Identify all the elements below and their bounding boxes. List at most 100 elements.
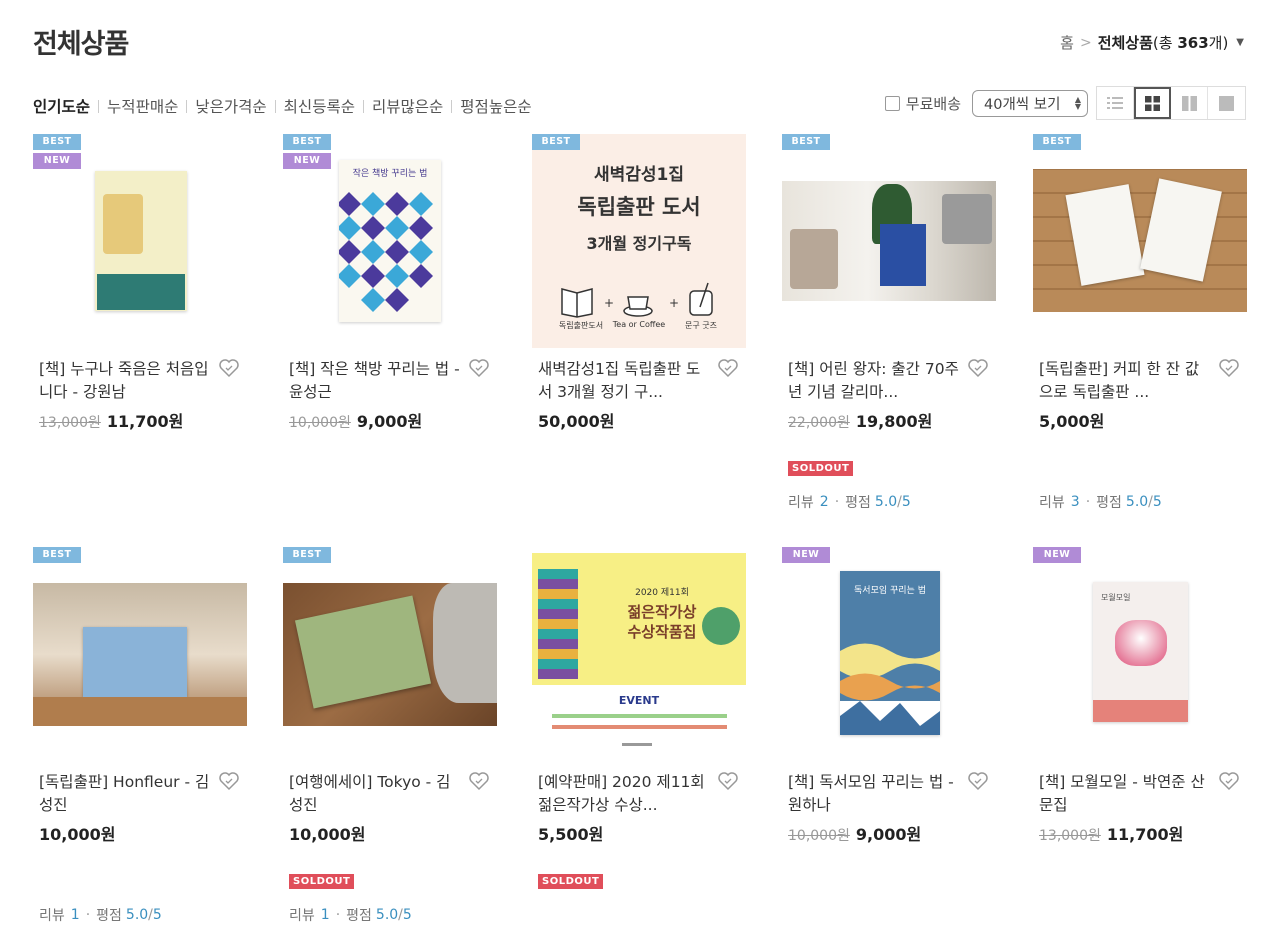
sort-tab-newest[interactable]: 최신등록순	[284, 95, 355, 117]
toolbar: 무료배송 40개씩 보기 ▲ ▼	[884, 86, 1246, 120]
sort-tab-reviews[interactable]: 리뷰많은순	[372, 95, 443, 117]
product-count: (총 363개)	[1152, 34, 1229, 52]
free-shipping-filter[interactable]: 무료배송	[884, 93, 961, 114]
product-thumbnail[interactable]: 2020 제11회 젊은작가상 수상작품집 EVENT	[532, 547, 746, 761]
sort-tab-popular[interactable]: 인기도순	[33, 95, 90, 117]
best-badge: BEST	[283, 547, 331, 563]
review-summary: 리뷰 3 · 평점 5.0 / 5	[1039, 494, 1162, 511]
divider	[186, 99, 188, 113]
product-thumbnail[interactable]: 독서모임 꾸리는 법	[782, 547, 996, 761]
sort-tabs: 인기도순 누적판매순 낮은가격순 최신등록순 리뷰많은순 평점높은순	[33, 95, 532, 117]
divider	[274, 99, 276, 113]
product-title[interactable]: [책] 어린 왕자: 출간 70주년 기념 갈리마...	[788, 358, 960, 404]
price-row: 10,000원 9,000원	[289, 408, 422, 432]
heart-icon[interactable]	[966, 769, 990, 793]
product-thumbnail[interactable]: 새벽감성1집 독립출판 도서 3개월 정기구독 + + 독립출판도서 Tea o…	[532, 134, 746, 348]
best-badge: BEST	[532, 134, 580, 150]
product-title[interactable]: [책] 작은 책방 꾸리는 법 - 윤성근	[289, 358, 461, 404]
sort-tab-rating[interactable]: 평점높은순	[460, 95, 531, 117]
review-summary: 리뷰 1 · 평점 5.0 / 5	[289, 907, 412, 924]
divider	[362, 99, 364, 113]
badge-group: BEST NEW	[33, 134, 81, 172]
review-count[interactable]: 1	[321, 907, 330, 923]
divider	[451, 99, 453, 113]
product-title[interactable]: 새벽감성1집 독립출판 도서 3개월 정기 구...	[538, 358, 710, 404]
original-price: 10,000원	[289, 415, 351, 431]
badge-group: BEST NEW	[283, 134, 331, 172]
thumb-item: 문구 굿즈	[685, 321, 717, 330]
product-thumbnail[interactable]	[782, 134, 996, 348]
price-row: 13,000원 11,700원	[1039, 821, 1183, 845]
view-mode-single[interactable]	[1208, 87, 1245, 119]
original-price: 13,000원	[1039, 828, 1101, 844]
thumb-title: 모월모일	[1101, 593, 1131, 602]
product-title[interactable]: [독립출판] 커피 한 잔 값으로 독립출판 ...	[1039, 358, 1211, 404]
price-row: 10,000원	[289, 821, 365, 845]
product-title[interactable]: [책] 독서모임 꾸리는 법 - 원하나	[788, 771, 960, 817]
badge-group: BEST	[33, 547, 81, 566]
original-price: 22,000원	[788, 415, 850, 431]
heart-icon[interactable]	[716, 769, 740, 793]
price-row: 5,000원	[1039, 408, 1104, 432]
best-badge: BEST	[33, 547, 81, 563]
sort-tab-low-price[interactable]: 낮은가격순	[195, 95, 266, 117]
view-mode-switcher	[1096, 86, 1246, 120]
sale-price: 10,000원	[289, 825, 366, 844]
chevron-down-icon[interactable]: ▼	[1236, 37, 1244, 48]
free-shipping-checkbox[interactable]	[884, 95, 900, 111]
pattern-graphic	[339, 192, 433, 312]
price-row: 10,000원	[39, 821, 115, 845]
svg-text:+: +	[604, 296, 614, 310]
heart-icon[interactable]	[217, 356, 241, 380]
breadcrumb: 홈 > 전체상품 (총 363개) ▼	[1060, 32, 1244, 53]
heart-icon[interactable]	[716, 356, 740, 380]
view-mode-two-column[interactable]	[1171, 87, 1208, 119]
product-title[interactable]: [책] 모월모일 - 박연준 산문집	[1039, 771, 1211, 817]
price-row: 13,000원 11,700원	[39, 408, 183, 432]
product-thumbnail[interactable]	[33, 547, 247, 761]
review-count[interactable]: 2	[820, 494, 829, 510]
product-thumbnail[interactable]	[283, 547, 497, 761]
heart-icon[interactable]	[467, 356, 491, 380]
breadcrumb-current[interactable]: 전체상품	[1098, 32, 1153, 53]
thumb-line-1: 새벽감성1집	[593, 165, 685, 185]
sort-tab-sales[interactable]: 누적판매순	[107, 95, 178, 117]
thumb-line-2: 독립출판 도서	[577, 195, 701, 219]
sale-price: 19,800원	[855, 412, 933, 431]
best-badge: BEST	[782, 134, 830, 150]
product-title[interactable]: [예약판매] 2020 제11회 젊은작가상 수상...	[538, 771, 710, 817]
product-title[interactable]: [책] 누구나 죽음은 처음입니다 - 강원남	[39, 358, 211, 404]
product-title[interactable]: [독립출판] Honfleur - 김성진	[39, 771, 211, 817]
product-thumbnail[interactable]	[1033, 134, 1247, 348]
rating-value: 5.0	[1125, 494, 1149, 510]
heart-icon[interactable]	[966, 356, 990, 380]
original-price: 10,000원	[788, 828, 850, 844]
new-badge: NEW	[782, 547, 830, 563]
thumb-line-3: 3개월 정기구독	[586, 234, 692, 253]
view-mode-grid[interactable]	[1134, 87, 1171, 119]
heart-icon[interactable]	[1217, 356, 1241, 380]
heart-icon[interactable]	[1217, 769, 1241, 793]
svg-text:+: +	[669, 296, 679, 310]
select-arrows-icon: ▲ ▼	[1074, 95, 1081, 111]
sale-price: 11,700원	[1106, 825, 1184, 844]
view-count-select[interactable]: 40개씩 보기 ▲ ▼	[972, 89, 1088, 117]
best-badge: BEST	[33, 134, 81, 150]
product-title[interactable]: [여행에세이] Tokyo - 김성진	[289, 771, 461, 817]
heart-icon[interactable]	[467, 769, 491, 793]
thumb-item: Tea or Coffee	[612, 320, 666, 329]
wave-graphic	[840, 643, 940, 735]
product-thumbnail[interactable]: 모월모일	[1033, 547, 1247, 761]
review-count[interactable]: 3	[1071, 494, 1080, 510]
review-count[interactable]: 1	[71, 907, 80, 923]
thumb-title: 독서모임 꾸리는 법	[854, 586, 926, 596]
heart-icon[interactable]	[217, 769, 241, 793]
thumb-line-1: 2020 제11회	[635, 588, 689, 598]
breadcrumb-home[interactable]: 홈	[1060, 32, 1074, 53]
sale-price: 11,700원	[106, 412, 184, 431]
new-badge: NEW	[33, 153, 81, 169]
view-mode-list[interactable]	[1097, 87, 1134, 119]
sale-price: 10,000원	[39, 825, 116, 844]
new-badge: NEW	[1033, 547, 1081, 563]
soldout-badge: SOLDOUT	[289, 874, 355, 889]
